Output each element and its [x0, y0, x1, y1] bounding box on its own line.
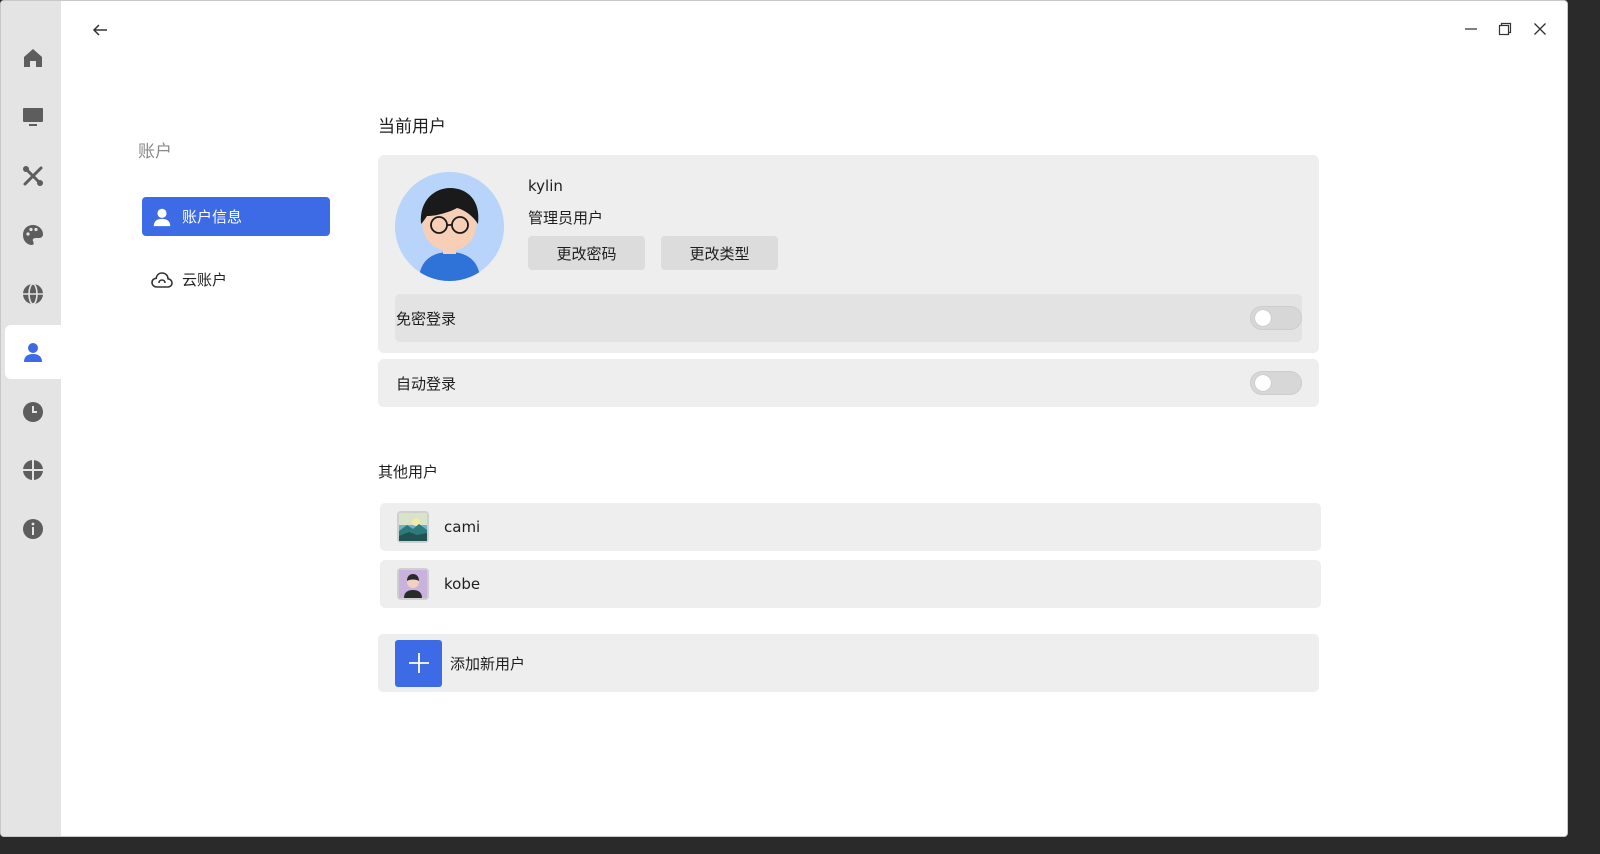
nav-item-label: 账户信息	[182, 208, 243, 226]
tools-icon	[23, 166, 43, 186]
nav-title: 账户	[138, 142, 172, 162]
nav-item-account-info[interactable]: 账户信息	[142, 197, 330, 236]
auto-login-row: 自动登录	[378, 359, 1319, 407]
user-name: kobe	[444, 575, 481, 593]
landscape-avatar	[397, 511, 429, 543]
avatar[interactable]	[395, 172, 504, 281]
rail-personalize[interactable]	[5, 208, 61, 262]
palette-icon	[23, 225, 43, 245]
restore-button[interactable]	[1493, 17, 1517, 41]
minimize-button[interactable]	[1459, 17, 1483, 41]
clock-icon	[23, 402, 43, 422]
change-password-button[interactable]: 更改密码	[528, 236, 645, 270]
user-row-kobe[interactable]: kobe	[380, 560, 1321, 608]
plus-icon	[395, 639, 442, 687]
arrow-left-icon	[92, 24, 107, 36]
add-user-button[interactable]: 添加新用户	[378, 634, 1319, 692]
current-username: kylin	[528, 177, 563, 195]
rail-system[interactable]	[5, 149, 61, 203]
rail-update[interactable]	[5, 443, 61, 497]
add-user-label: 添加新用户	[450, 654, 526, 673]
passwordless-login-label: 免密登录	[396, 309, 457, 328]
rail-network[interactable]	[5, 267, 61, 321]
user-name: cami	[444, 518, 481, 536]
other-users-title: 其他用户	[378, 463, 439, 481]
close-icon	[1534, 23, 1546, 35]
user-icon	[150, 205, 174, 229]
globe-icon	[23, 283, 43, 305]
rail-home[interactable]	[5, 31, 61, 85]
category-rail	[1, 1, 61, 836]
current-user-type: 管理员用户	[528, 209, 604, 227]
cloud-icon	[150, 268, 174, 292]
settings-window: 账户 账户信息 云账户 当前用户 kylin 管理员用户 更改密码 更改类型 免…	[0, 0, 1568, 837]
person-avatar	[397, 568, 429, 600]
rail-datetime[interactable]	[5, 385, 61, 439]
current-user-title: 当前用户	[378, 117, 446, 137]
rail-accounts[interactable]	[5, 325, 61, 379]
home-icon	[24, 49, 42, 67]
update-icon	[23, 460, 43, 480]
restore-icon	[1498, 22, 1512, 36]
nav-item-cloud-account[interactable]: 云账户	[142, 260, 330, 299]
rail-display[interactable]	[5, 90, 61, 144]
cartoon-avatar-icon	[395, 172, 504, 281]
nav-item-label: 云账户	[182, 271, 228, 289]
close-button[interactable]	[1528, 17, 1552, 41]
back-button[interactable]	[87, 17, 113, 43]
passwordless-login-row: 免密登录	[395, 294, 1302, 342]
user-row-cami[interactable]: cami	[380, 503, 1321, 551]
current-user-card: kylin 管理员用户 更改密码 更改类型 免密登录	[378, 155, 1319, 353]
change-type-button[interactable]: 更改类型	[661, 236, 778, 270]
monitor-icon	[23, 108, 43, 126]
rail-about[interactable]	[5, 502, 61, 556]
info-icon	[23, 519, 43, 539]
minimize-icon	[1465, 28, 1477, 30]
auto-login-toggle[interactable]	[1250, 371, 1302, 395]
auto-login-label: 自动登录	[396, 375, 457, 393]
passwordless-login-toggle[interactable]	[1250, 306, 1302, 330]
user-icon	[24, 343, 42, 362]
